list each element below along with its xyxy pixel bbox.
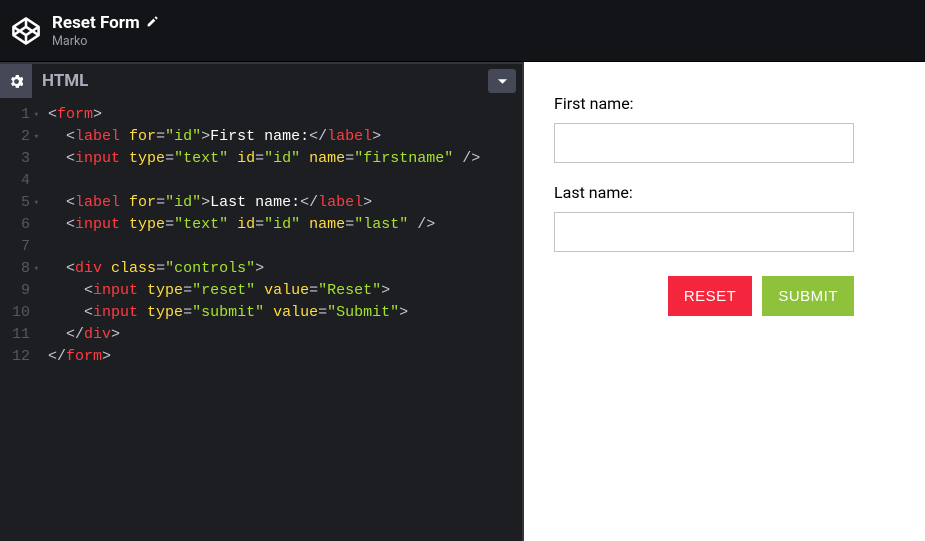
editor-menu-button[interactable]: [488, 69, 516, 93]
first-name-input[interactable]: [554, 123, 854, 163]
line-gutter: 123456789101112: [0, 104, 36, 541]
first-name-label: First name:: [554, 94, 895, 113]
line-number: 8: [0, 258, 30, 280]
code-line[interactable]: <input type="reset" value="Reset">: [48, 280, 522, 302]
pen-author[interactable]: Marko: [52, 34, 159, 49]
pen-title-text: Reset Form: [52, 13, 140, 33]
code-line[interactable]: <div class="controls">: [48, 258, 522, 280]
reset-button[interactable]: RESET: [668, 276, 753, 316]
line-number: 4: [0, 170, 30, 192]
code-line[interactable]: <form>: [48, 104, 522, 126]
editor-panel: HTML 123456789101112 <form> <label for="…: [0, 62, 524, 541]
code-line[interactable]: <input type="submit" value="Submit">: [48, 302, 522, 324]
submit-button[interactable]: SUBMIT: [762, 276, 854, 316]
line-number: 11: [0, 324, 30, 346]
line-number: 2: [0, 126, 30, 148]
app-header: Reset Form Marko: [0, 0, 925, 62]
line-number: 7: [0, 236, 30, 258]
code-line[interactable]: <label for="id">First name:</label>: [48, 126, 522, 148]
code-line[interactable]: <input type="text" id="id" name="firstna…: [48, 148, 522, 170]
pen-title: Reset Form: [52, 13, 159, 33]
editor-tab-bar: HTML: [0, 62, 522, 98]
last-name-input[interactable]: [554, 212, 854, 252]
editor-tab-html[interactable]: HTML: [32, 64, 488, 98]
preview-panel: First name: Last name: RESET SUBMIT: [524, 62, 925, 541]
code-line[interactable]: <label for="id">Last name:</label>: [48, 192, 522, 214]
line-number: 5: [0, 192, 30, 214]
code-body[interactable]: <form> <label for="id">First name:</labe…: [36, 104, 522, 541]
last-name-label: Last name:: [554, 183, 895, 202]
code-line[interactable]: </div>: [48, 324, 522, 346]
code-line[interactable]: [48, 236, 522, 258]
codepen-logo[interactable]: [12, 17, 40, 45]
code-line[interactable]: <input type="text" id="id" name="last" /…: [48, 214, 522, 236]
line-number: 12: [0, 346, 30, 368]
line-number: 9: [0, 280, 30, 302]
line-number: 1: [0, 104, 30, 126]
edit-title-icon[interactable]: [146, 13, 159, 33]
line-number: 3: [0, 148, 30, 170]
code-line[interactable]: [48, 170, 522, 192]
editor-settings-button[interactable]: [0, 64, 32, 98]
line-number: 10: [0, 302, 30, 324]
code-editor[interactable]: 123456789101112 <form> <label for="id">F…: [0, 98, 522, 541]
line-number: 6: [0, 214, 30, 236]
main-split: HTML 123456789101112 <form> <label for="…: [0, 62, 925, 541]
code-line[interactable]: </form>: [48, 346, 522, 368]
